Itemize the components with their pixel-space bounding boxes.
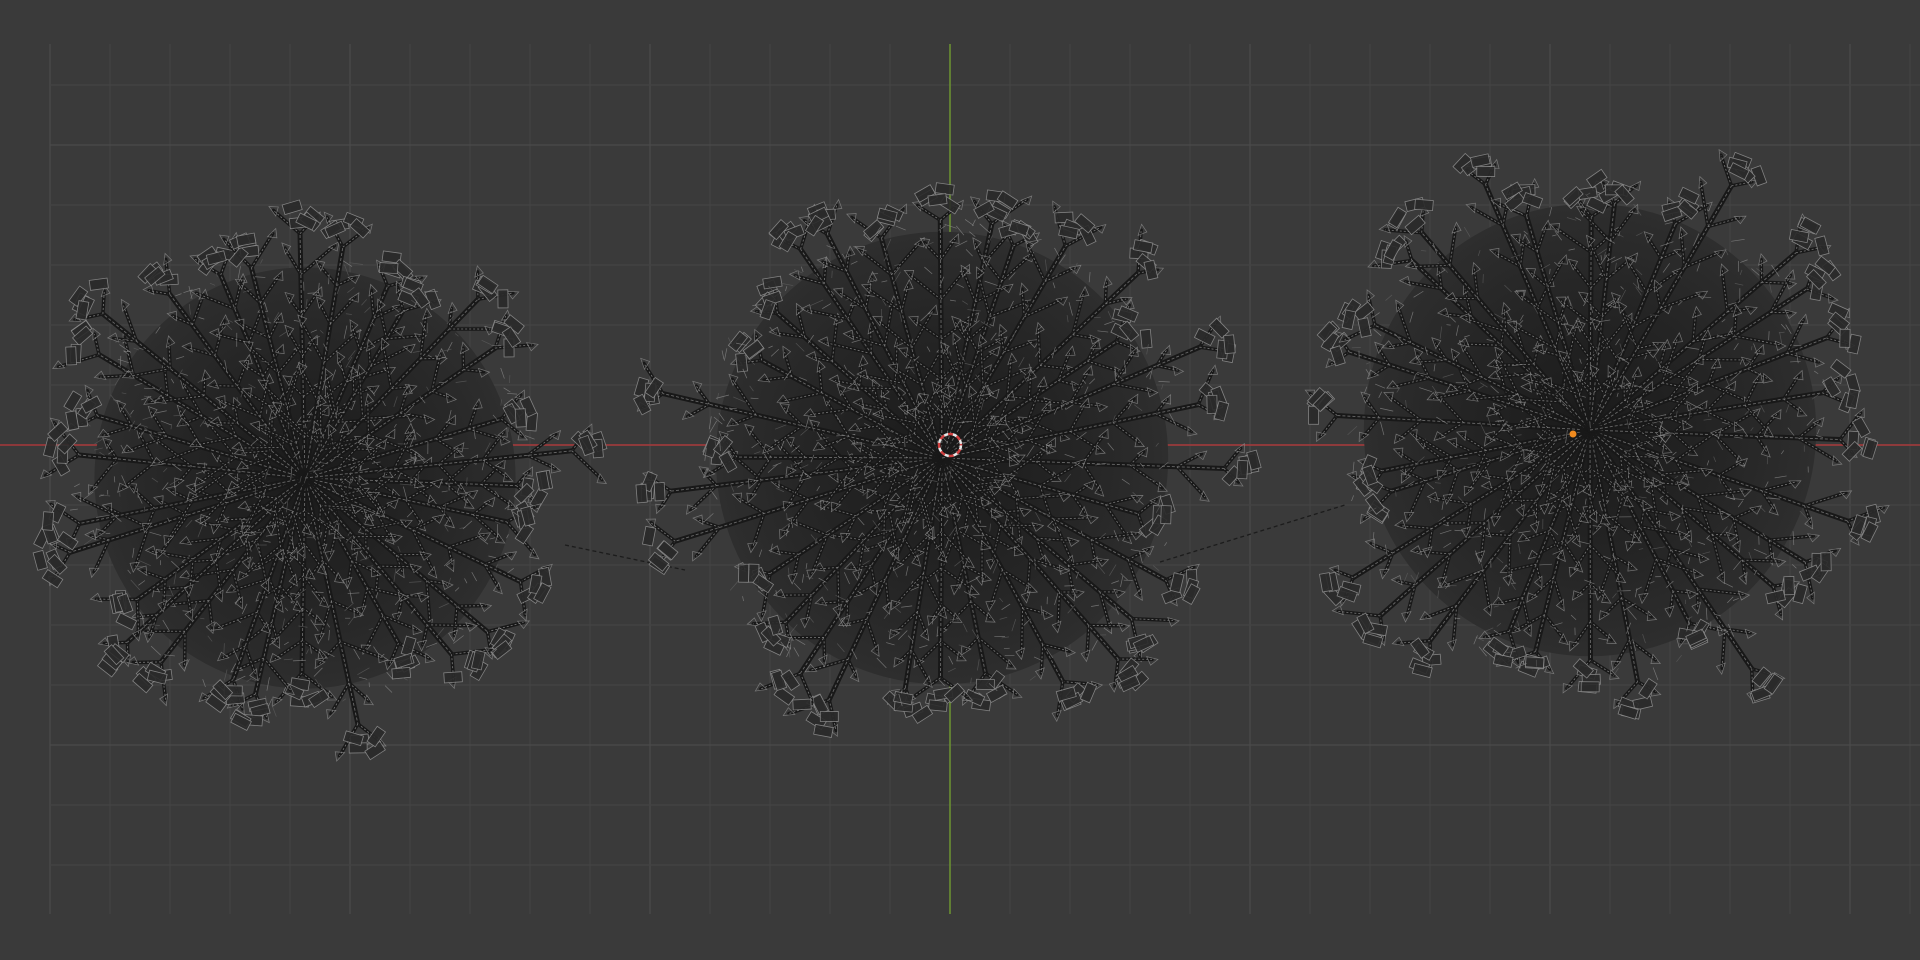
tree-center[interactable]: [633, 182, 1262, 738]
selected-origin-icon: [1569, 430, 1577, 438]
relationship-line: [1159, 504, 1346, 563]
tree-left[interactable]: [32, 199, 608, 762]
viewport-canvas[interactable]: [0, 0, 1920, 960]
tree-right[interactable]: [1304, 148, 1890, 720]
scene-objects[interactable]: [32, 148, 1890, 762]
3d-viewport[interactable]: [0, 0, 1920, 960]
